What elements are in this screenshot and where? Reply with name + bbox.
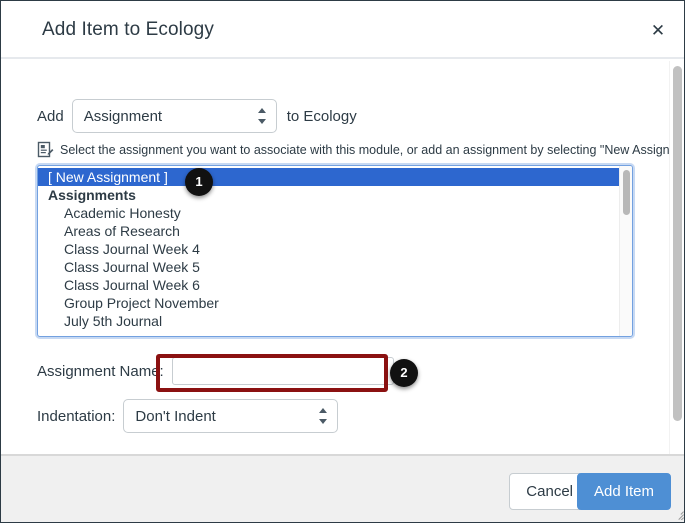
modal-body-scrollbar[interactable] — [669, 61, 684, 456]
listbox-scrollbar[interactable] — [619, 166, 632, 336]
hint-text: Select the assignment you want to associ… — [60, 142, 685, 157]
add-label: Add — [37, 107, 64, 125]
page-title: Add Item to Ecology — [42, 19, 214, 40]
annotation-badge-1: 1 — [185, 168, 213, 196]
close-icon[interactable]: ✕ — [644, 18, 672, 44]
resize-grip-icon[interactable] — [672, 508, 684, 520]
modal-footer: Cancel Add Item — [1, 454, 684, 522]
assignment-name-row: Assignment Name: — [37, 357, 394, 385]
listbox-option[interactable]: Areas of Research — [38, 222, 619, 240]
indentation-select[interactable]: Don't Indent — [123, 399, 339, 433]
indentation-row: Indentation: Don't Indent — [37, 399, 339, 433]
modal-body: Add Assignment to Ecology Select the ass… — [1, 61, 685, 456]
listbox-option[interactable]: Class Journal Week 4 — [38, 240, 619, 258]
listbox-option[interactable]: Class Journal Week 6 — [38, 276, 619, 294]
item-type-select[interactable]: Assignment — [71, 99, 277, 133]
listbox-option[interactable]: Class Journal Week 5 — [38, 258, 619, 276]
listbox-scrollbar-thumb[interactable] — [623, 170, 630, 215]
add-item-modal: Add Item to Ecology ✕ Add Assignment to … — [0, 0, 685, 523]
assignment-name-label: Assignment Name: — [37, 362, 164, 380]
modal-body-scrollbar-thumb[interactable] — [673, 66, 682, 421]
annotation-badge-2: 2 — [390, 359, 418, 387]
modal-header: Add Item to Ecology ✕ — [1, 1, 684, 59]
to-module-label: to Ecology — [286, 107, 357, 125]
listbox-option[interactable]: Group Project November — [38, 294, 619, 312]
listbox-option[interactable]: [ New Assignment ] — [38, 168, 619, 186]
assignment-name-field[interactable] — [171, 357, 394, 385]
assignment-listbox[interactable]: [ New Assignment ] Assignments Academic Ho… — [37, 165, 633, 337]
assignment-document-icon — [37, 141, 54, 158]
listbox-option[interactable]: Academic Honesty — [38, 204, 619, 222]
add-item-button[interactable]: Add Item — [576, 473, 671, 510]
add-type-row: Add Assignment to Ecology — [37, 99, 357, 133]
indentation-label: Indentation: — [37, 407, 116, 425]
listbox-option[interactable]: July 5th Journal — [38, 312, 619, 330]
indentation-value: Don't Indent — [135, 407, 216, 425]
item-type-value: Assignment — [83, 107, 163, 125]
chevron-updown-icon — [319, 407, 328, 425]
hint-row: Select the assignment you want to associ… — [37, 141, 685, 158]
listbox-group-label: Assignments — [48, 187, 136, 203]
chevron-updown-icon — [257, 107, 267, 125]
assignment-listbox-options: [ New Assignment ] Assignments Academic Ho… — [38, 166, 619, 336]
